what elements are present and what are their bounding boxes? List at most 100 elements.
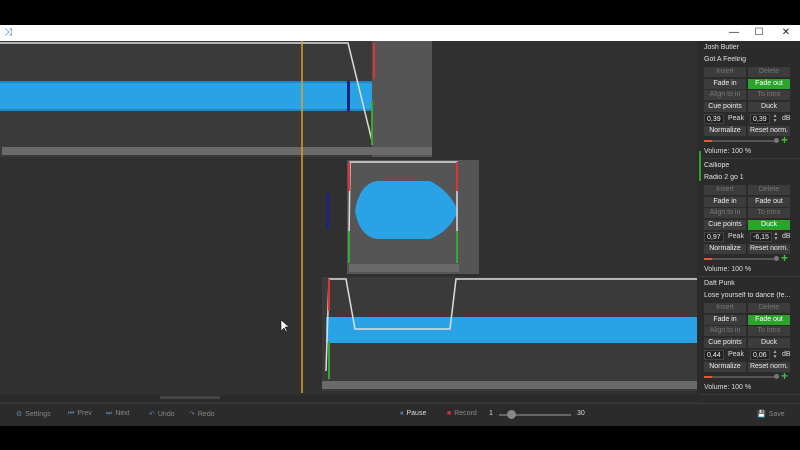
next-button[interactable]: ⏭ Next xyxy=(106,410,130,418)
zoom-max-label: 30 xyxy=(577,410,585,417)
song-label: Radio 2 go 1 xyxy=(704,174,744,181)
track-section-2: Calliope Radio 2 go 1 Insert Delete Fade… xyxy=(699,159,800,277)
value-field-left[interactable]: 0,97 xyxy=(704,232,724,242)
shuffle-icon: ⤨ xyxy=(4,27,12,38)
maximize-button[interactable]: ☐ xyxy=(746,25,772,41)
value-field-left[interactable]: 0,39 xyxy=(704,114,724,124)
song-label: Lose yourself to dance (fe... xyxy=(704,292,791,299)
record-icon: ■ xyxy=(447,410,452,417)
db-unit-label: dB xyxy=(782,115,791,122)
value-field-left[interactable]: 0,44 xyxy=(704,350,724,360)
db-spinner[interactable]: ▲ ▼ xyxy=(773,232,779,242)
artist-label: Daft Punk xyxy=(704,280,735,287)
db-unit-label: dB xyxy=(782,233,791,240)
undo-label: Undo xyxy=(157,411,175,418)
save-icon: 💾 xyxy=(757,411,766,418)
prev-icon: ⏮ xyxy=(68,410,75,417)
song-label: Got A Feeling xyxy=(704,56,747,63)
volume-slider[interactable] xyxy=(704,138,779,143)
pause-label: Pause xyxy=(406,410,427,417)
peak-label: Peak xyxy=(728,115,744,122)
artist-label: Calliope xyxy=(704,162,730,169)
prev-label: Prev xyxy=(77,410,92,417)
volume-label: Volume: 100 % xyxy=(704,148,752,155)
save-button[interactable]: 💾 Save xyxy=(757,410,785,418)
record-label: Record xyxy=(454,410,477,417)
insert-button[interactable]: Insert xyxy=(704,185,746,195)
plus-icon[interactable]: + xyxy=(781,370,788,382)
align-to-in-button[interactable]: Align to in xyxy=(704,208,746,218)
normalize-button[interactable]: Normalize xyxy=(704,126,746,136)
pause-icon: ⏸ xyxy=(400,410,404,417)
prev-button[interactable]: ⏮ Prev xyxy=(68,410,92,418)
peak-label: Peak xyxy=(728,233,744,240)
delete-button[interactable]: Delete xyxy=(748,185,790,195)
track-section-1: Josh Butler Got A Feeling Insert Delete … xyxy=(699,41,800,159)
plus-icon[interactable]: + xyxy=(781,252,788,264)
track-2-clip[interactable] xyxy=(326,160,479,274)
db-spinner[interactable]: ▲ ▼ xyxy=(772,350,778,360)
zoom-slider-knob[interactable] xyxy=(507,410,516,419)
save-label: Save xyxy=(768,411,785,418)
horizontal-scrollbar[interactable] xyxy=(0,395,697,401)
settings-label: Settings xyxy=(25,411,51,418)
fade-out-button[interactable]: Fade out xyxy=(748,79,790,89)
to-intro-button[interactable]: To intro xyxy=(748,208,790,218)
align-to-in-button[interactable]: Align to in xyxy=(704,90,746,100)
pause-button[interactable]: ⏸ Pause xyxy=(400,410,426,418)
normalize-button[interactable]: Normalize xyxy=(704,362,746,372)
fade-in-button[interactable]: Fade in xyxy=(704,315,746,325)
minimize-button[interactable]: — xyxy=(721,25,747,41)
delete-button[interactable]: Delete xyxy=(748,67,790,77)
duck-button[interactable]: Duck xyxy=(748,220,790,230)
volume-label: Volume: 100 % xyxy=(704,384,752,391)
duck-button[interactable]: Duck xyxy=(748,338,790,348)
to-intro-button[interactable]: To intro xyxy=(748,90,790,100)
db-unit-label: dB xyxy=(782,351,791,358)
redo-label: Redo xyxy=(197,411,215,418)
undo-button[interactable]: ↶ Undo xyxy=(149,410,175,418)
level-meter xyxy=(699,151,701,181)
redo-icon: ↷ xyxy=(189,411,195,418)
delete-button[interactable]: Delete xyxy=(748,303,790,313)
next-label: Next xyxy=(115,410,130,417)
track-3-clip[interactable] xyxy=(322,277,697,391)
cue-points-button[interactable]: Cue points xyxy=(704,338,746,348)
insert-button[interactable]: Insert xyxy=(704,67,746,77)
duck-button[interactable]: Duck xyxy=(748,102,790,112)
volume-label: Volume: 100 % xyxy=(704,266,752,273)
settings-button[interactable]: ⚙ Settings xyxy=(16,410,51,418)
fade-out-button[interactable]: Fade out xyxy=(748,315,790,325)
align-to-in-button[interactable]: Align to in xyxy=(704,326,746,336)
db-value-field[interactable]: -6,15 xyxy=(750,232,772,242)
cue-points-button[interactable]: Cue points xyxy=(704,220,746,230)
track-properties-panel: Josh Butler Got A Feeling Insert Delete … xyxy=(699,41,800,403)
zoom-slider[interactable] xyxy=(499,410,571,419)
plus-icon[interactable]: + xyxy=(781,134,788,146)
fade-in-button[interactable]: Fade in xyxy=(704,79,746,89)
app-window: ⤨ — ☐ ✕ Josh Butler Got A Feeling Insert… xyxy=(0,25,800,426)
timeline-canvas[interactable] xyxy=(0,41,697,403)
track-section-3: Daft Punk Lose yourself to dance (fe... … xyxy=(699,277,800,395)
timeline-area[interactable] xyxy=(0,41,697,403)
record-button[interactable]: ■ Record xyxy=(447,410,477,417)
close-button[interactable]: ✕ xyxy=(773,25,799,41)
db-value-field[interactable]: 0,06 xyxy=(750,350,770,360)
title-bar: ⤨ — ☐ ✕ xyxy=(0,25,800,41)
scrollbar-thumb[interactable] xyxy=(160,396,220,399)
to-intro-button[interactable]: To intro xyxy=(748,326,790,336)
cue-points-button[interactable]: Cue points xyxy=(704,102,746,112)
volume-slider[interactable] xyxy=(704,256,779,261)
insert-button[interactable]: Insert xyxy=(704,303,746,313)
fade-out-button[interactable]: Fade out xyxy=(748,197,790,207)
track-1-clip[interactable] xyxy=(0,41,432,157)
fade-in-button[interactable]: Fade in xyxy=(704,197,746,207)
redo-button[interactable]: ↷ Redo xyxy=(189,410,215,418)
db-value-field[interactable]: 0,39 xyxy=(750,114,770,124)
db-spinner[interactable]: ▲ ▼ xyxy=(772,114,778,124)
gear-icon: ⚙ xyxy=(16,411,23,418)
volume-slider[interactable] xyxy=(704,374,779,379)
next-icon: ⏭ xyxy=(106,410,113,417)
normalize-button[interactable]: Normalize xyxy=(704,244,746,254)
bottom-toolbar: ⚙ Settings ⏮ Prev ⏭ Next ↶ Undo ↷ Redo ⏸ Pause… xyxy=(0,403,800,426)
